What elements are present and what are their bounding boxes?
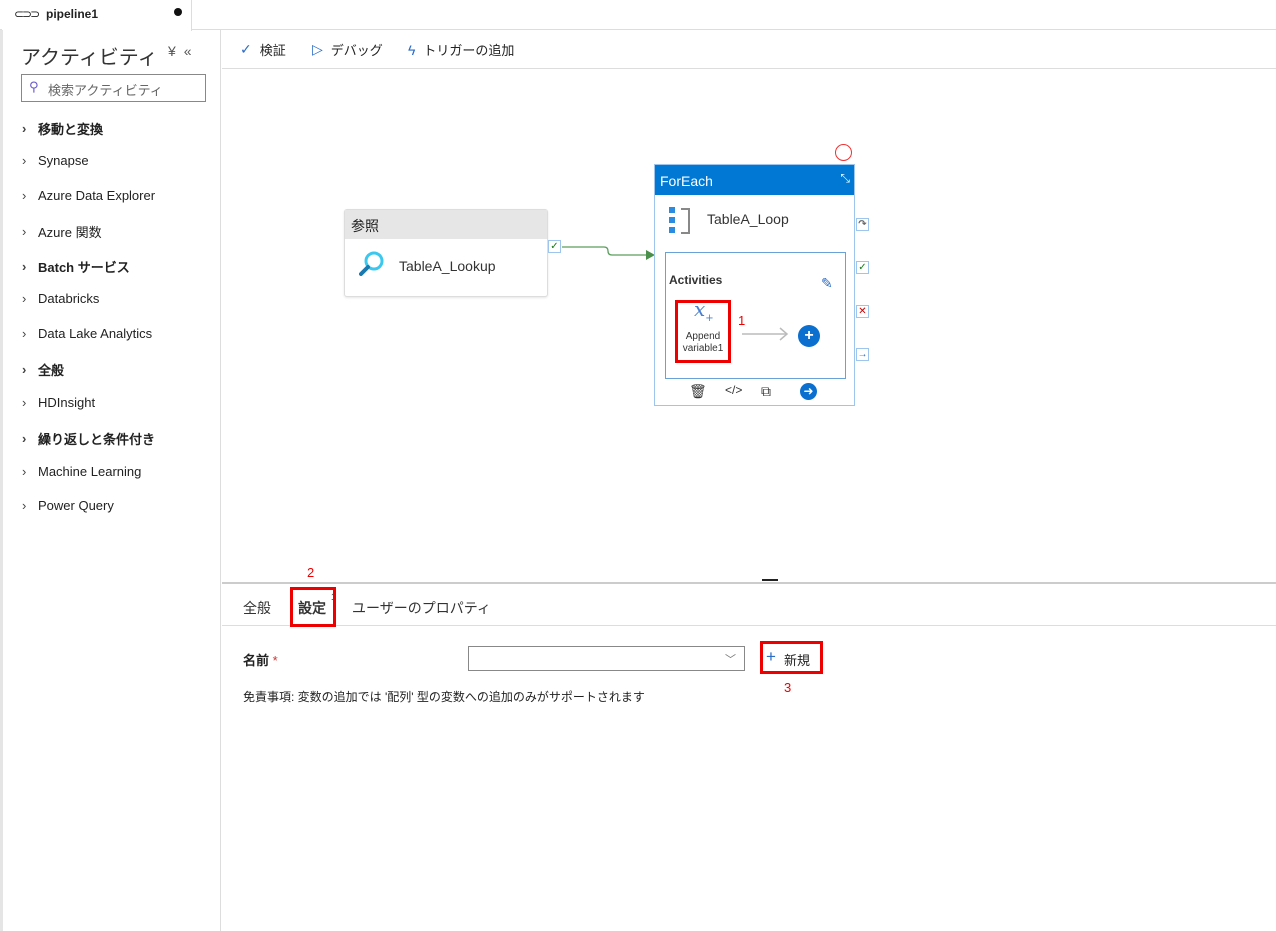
annotation-number: 3 bbox=[784, 680, 792, 695]
sidebar-item-databricks[interactable]: › Databricks bbox=[22, 291, 99, 306]
sidebar-item-azure-data-explorer[interactable]: › Azure Data Explorer bbox=[22, 188, 155, 203]
failure-port-icon[interactable]: ✕ bbox=[856, 305, 869, 318]
activities-label: Activities bbox=[669, 273, 723, 287]
completion-port-icon[interactable]: → bbox=[856, 348, 869, 361]
pipeline-icon: ⊂⊃⊃ bbox=[14, 7, 40, 21]
sidebar-item-azure-function[interactable]: › Azure 関数 bbox=[22, 222, 102, 241]
hide-sidebar-icon[interactable]: « bbox=[184, 43, 200, 59]
debug-button[interactable]: ▷ デバッグ bbox=[312, 40, 383, 59]
variable-x-icon: x+ bbox=[694, 297, 714, 324]
tab-title: pipeline1 bbox=[46, 7, 99, 21]
lookup-magnifier-icon bbox=[359, 251, 384, 276]
chevron-right-icon: › bbox=[22, 326, 27, 341]
sidebar-item-iteration-conditionals[interactable]: › 繰り返しと条件付き bbox=[22, 429, 155, 448]
chevron-right-icon: › bbox=[22, 188, 27, 203]
search-activities-input[interactable]: ⚲ 検索アクティビティ bbox=[21, 74, 206, 102]
chevron-right-icon: › bbox=[22, 153, 27, 168]
chevron-right-icon: › bbox=[22, 395, 27, 410]
chevron-right-icon: › bbox=[22, 291, 27, 306]
name-label: 名前 * bbox=[243, 653, 278, 668]
sidebar-item-machine-learning[interactable]: › Machine Learning bbox=[22, 464, 141, 479]
foreach-loop-icon bbox=[669, 207, 690, 234]
delete-icon[interactable]: 🗑 bbox=[689, 383, 707, 400]
annotation-box bbox=[290, 587, 336, 627]
activity-type-label: ForEach bbox=[655, 165, 854, 195]
go-arrow-icon[interactable]: ➜ bbox=[800, 383, 817, 400]
chevron-right-icon: › bbox=[22, 464, 27, 479]
success-port-icon[interactable]: ✓ bbox=[856, 261, 869, 274]
arrow-icon bbox=[742, 327, 789, 341]
variable-name-select[interactable]: ﹀ bbox=[468, 646, 745, 671]
add-trigger-button[interactable]: ϟ トリガーの追加 bbox=[408, 40, 514, 59]
search-placeholder: 検索アクティビティ bbox=[48, 83, 163, 98]
chevron-right-icon: › bbox=[22, 121, 27, 136]
foreach-activity[interactable]: ForEach ⤡ TableA_Loop Activities ✎ x+ Ap… bbox=[654, 164, 855, 406]
new-variable-button[interactable]: + 新規 bbox=[760, 641, 823, 674]
tab-pipeline1[interactable]: ⊂⊃⊃ pipeline1 bbox=[2, 0, 192, 31]
search-icon: ⚲ bbox=[29, 79, 39, 94]
tab-user-properties[interactable]: ユーザーのプロパティ bbox=[352, 598, 491, 618]
unsaved-dot-icon bbox=[174, 8, 182, 16]
sidebar-item-general[interactable]: › 全般 bbox=[22, 360, 64, 379]
chevron-right-icon: › bbox=[22, 431, 27, 446]
annotation-circle bbox=[835, 144, 852, 161]
disclaimer-text: 免責事項: 変数の追加では '配列' 型の変数への追加のみがサポートされます bbox=[243, 690, 645, 704]
sidebar-item-hdinsight[interactable]: › HDInsight bbox=[22, 395, 95, 410]
sidebar-item-power-query[interactable]: › Power Query bbox=[22, 498, 114, 513]
chevron-right-icon: › bbox=[22, 224, 27, 239]
splitter-handle[interactable] bbox=[762, 579, 778, 581]
activities-container[interactable]: Activities ✎ x+ Append variable1 1 + bbox=[665, 252, 846, 379]
toolbar: ✓ 検証 ▷ デバッグ ϟ トリガーの追加 bbox=[222, 30, 1276, 69]
annotation-number: 1 bbox=[738, 313, 746, 328]
sidebar-item-batch[interactable]: › Batch サービス bbox=[22, 257, 130, 276]
sidebar-item-data-lake-analytics[interactable]: › Data Lake Analytics bbox=[22, 326, 152, 341]
activity-name: TableA_Lookup bbox=[399, 258, 496, 274]
collapse-all-icon[interactable]: ¥ bbox=[168, 43, 184, 59]
add-activity-button[interactable]: + bbox=[798, 325, 820, 347]
chevron-down-icon: ﹀ bbox=[725, 654, 736, 666]
success-connector-arrow bbox=[562, 246, 655, 260]
trigger-icon: ϟ bbox=[408, 41, 416, 58]
chevron-right-icon: › bbox=[22, 259, 27, 274]
annotation-number: 2 bbox=[307, 565, 315, 580]
sidebar-title: アクティビティ bbox=[21, 47, 158, 69]
activity-name: TableA_Loop bbox=[707, 211, 789, 227]
collapse-icon[interactable]: ⤡ bbox=[840, 171, 850, 186]
activity-type-label: 参照 bbox=[345, 210, 547, 239]
chevron-right-icon: › bbox=[22, 362, 27, 377]
edit-pencil-icon[interactable]: ✎ bbox=[821, 275, 833, 292]
append-variable-activity[interactable]: x+ Append variable1 bbox=[675, 297, 731, 363]
lookup-activity[interactable]: 参照 TableA_Lookup bbox=[344, 209, 548, 297]
tab-general[interactable]: 全般 bbox=[243, 598, 271, 618]
copy-icon[interactable]: ⧉ bbox=[761, 383, 771, 400]
code-icon[interactable]: </> bbox=[725, 383, 742, 397]
skip-port-icon[interactable]: ↷ bbox=[856, 218, 869, 231]
properties-tabs: 全般 設定 1 ユーザーのプロパティ bbox=[222, 584, 1276, 626]
play-icon: ▷ bbox=[312, 41, 323, 57]
chevron-right-icon: › bbox=[22, 498, 27, 513]
sidebar-item-move-transform[interactable]: › 移動と変換 bbox=[22, 119, 103, 138]
check-icon: ✓ bbox=[240, 41, 252, 57]
success-port-icon[interactable]: ✓ bbox=[548, 240, 561, 253]
validate-button[interactable]: ✓ 検証 bbox=[240, 40, 286, 59]
plus-icon: + bbox=[766, 647, 776, 666]
sidebar-item-synapse[interactable]: › Synapse bbox=[22, 153, 89, 168]
